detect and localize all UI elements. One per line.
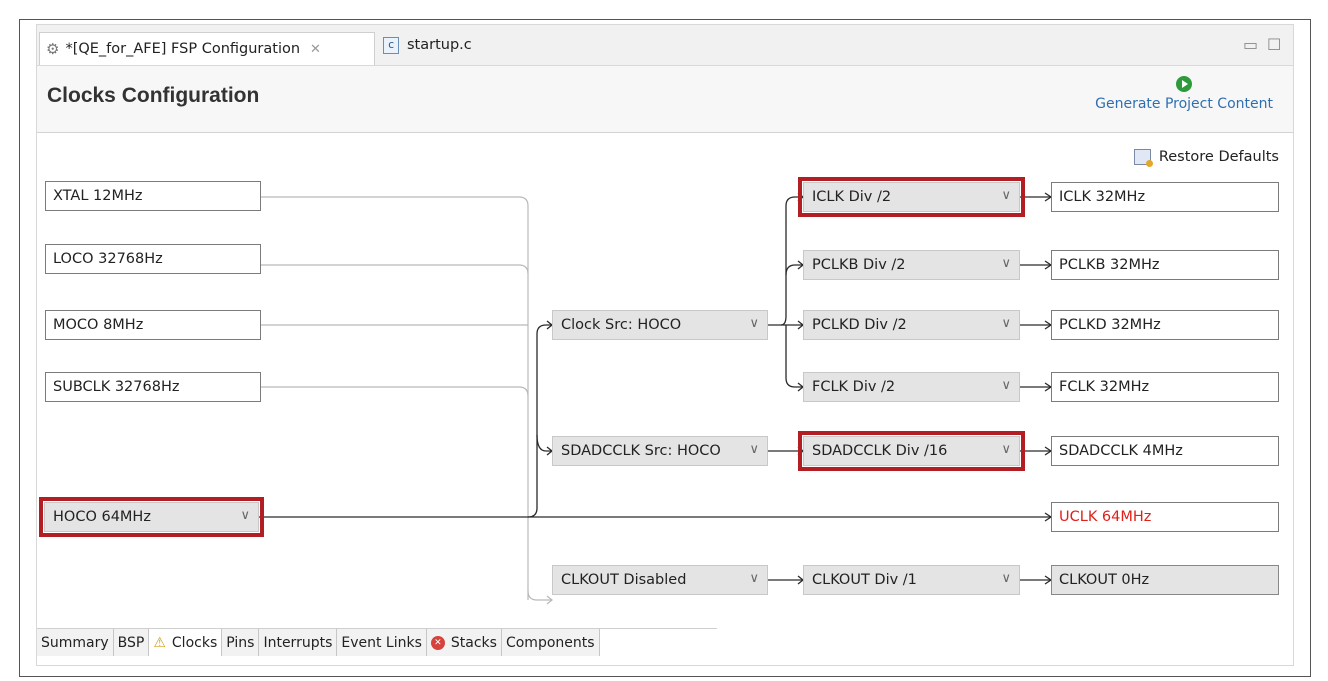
- chevron-down-icon: ∨: [240, 508, 250, 523]
- tab-label: Components: [505, 634, 595, 651]
- chevron-down-icon: ∨: [1001, 378, 1011, 393]
- pclkd-divider-dropdown[interactable]: PCLKD Div /2 ∨: [803, 310, 1020, 340]
- pclkb-divider-label: PCLKB Div /2: [812, 257, 906, 273]
- pclkd-output-label: PCLKD 32MHz: [1059, 317, 1161, 333]
- loco-label: LOCO 32768Hz: [53, 251, 163, 267]
- tab-components[interactable]: Components: [501, 629, 600, 656]
- xtal-source-box: XTAL 12MHz: [45, 181, 261, 211]
- uclk-output-box: UCLK 64MHz: [1051, 502, 1279, 532]
- chevron-down-icon: ∨: [749, 571, 759, 586]
- tab-pins[interactable]: Pins: [222, 629, 260, 656]
- sdadcclk-source-label: SDADCCLK Src: HOCO: [561, 443, 721, 459]
- tab-label: Interrupts: [263, 634, 333, 651]
- sdadcclk-source-dropdown[interactable]: SDADCCLK Src: HOCO ∨: [552, 436, 768, 466]
- subclk-source-box: SUBCLK 32768Hz: [45, 372, 261, 402]
- chevron-down-icon: ∨: [1001, 188, 1011, 203]
- xtal-label: XTAL 12MHz: [53, 188, 143, 204]
- chevron-down-icon: ∨: [1001, 316, 1011, 331]
- hoco-label: HOCO 64MHz: [53, 509, 151, 525]
- sdadcclk-output-box: SDADCCLK 4MHz: [1051, 436, 1279, 466]
- subclk-label: SUBCLK 32768Hz: [53, 379, 180, 395]
- clock-source-dropdown[interactable]: Clock Src: HOCO ∨: [552, 310, 768, 340]
- uclk-output-label: UCLK 64MHz: [1059, 509, 1152, 525]
- tab-event-links[interactable]: Event Links: [337, 629, 427, 656]
- sdadcclk-divider-dropdown[interactable]: SDADCCLK Div /16 ∨: [798, 431, 1025, 471]
- moco-label: MOCO 8MHz: [53, 317, 144, 333]
- tab-stacks[interactable]: ✕ Stacks: [426, 629, 502, 656]
- moco-source-box: MOCO 8MHz: [45, 310, 261, 340]
- iclk-output-label: ICLK 32MHz: [1059, 189, 1146, 205]
- sdadcclk-divider-label: SDADCCLK Div /16: [812, 443, 948, 459]
- clock-source-label: Clock Src: HOCO: [561, 317, 682, 333]
- tab-label: Clocks: [171, 634, 218, 651]
- pclkb-output-label: PCLKB 32MHz: [1059, 257, 1160, 273]
- chevron-down-icon: ∨: [749, 442, 759, 457]
- iclk-divider-dropdown[interactable]: ICLK Div /2 ∨: [798, 177, 1025, 217]
- fclk-output-box: FCLK 32MHz: [1051, 372, 1279, 402]
- clkout-divider-label: CLKOUT Div /1: [812, 572, 917, 588]
- pclkd-output-box: PCLKD 32MHz: [1051, 310, 1279, 340]
- iclk-divider-label: ICLK Div /2: [812, 189, 892, 205]
- clkout-source-dropdown[interactable]: CLKOUT Disabled ∨: [552, 565, 768, 595]
- pclkd-divider-label: PCLKD Div /2: [812, 317, 907, 333]
- clkout-output-box: CLKOUT 0Hz: [1051, 565, 1279, 595]
- tab-label: Pins: [226, 634, 255, 651]
- pclkb-output-box: PCLKB 32MHz: [1051, 250, 1279, 280]
- clkout-output-label: CLKOUT 0Hz: [1059, 572, 1150, 588]
- chevron-down-icon: ∨: [1001, 256, 1011, 271]
- loco-source-box: LOCO 32768Hz: [45, 244, 261, 274]
- warning-icon: ⚠: [153, 634, 166, 651]
- tab-clocks[interactable]: ⚠ Clocks: [149, 629, 223, 656]
- tab-bsp[interactable]: BSP: [113, 629, 150, 656]
- tab-label: BSP: [117, 634, 145, 651]
- error-icon: ✕: [430, 635, 445, 650]
- chevron-down-icon: ∨: [749, 316, 759, 331]
- pclkb-divider-dropdown[interactable]: PCLKB Div /2 ∨: [803, 250, 1020, 280]
- configuration-page-tabs: Summary BSP ⚠ Clocks Pins Interrupts Even…: [37, 628, 717, 657]
- chevron-down-icon: ∨: [1001, 442, 1011, 457]
- hoco-dropdown[interactable]: HOCO 64MHz ∨: [39, 497, 264, 537]
- fclk-divider-label: FCLK Div /2: [812, 379, 896, 395]
- tab-interrupts[interactable]: Interrupts: [259, 629, 338, 656]
- tab-label: Stacks: [450, 634, 497, 651]
- tab-label: Event Links: [341, 634, 422, 651]
- tab-summary[interactable]: Summary: [37, 629, 114, 656]
- fclk-output-label: FCLK 32MHz: [1059, 379, 1150, 395]
- fsp-configuration-editor: ⚙ *[QE_for_AFE] FSP Configuration ✕ c st…: [36, 24, 1294, 666]
- clkout-source-label: CLKOUT Disabled: [561, 572, 687, 588]
- iclk-output-box: ICLK 32MHz: [1051, 182, 1279, 212]
- fclk-divider-dropdown[interactable]: FCLK Div /2 ∨: [803, 372, 1020, 402]
- chevron-down-icon: ∨: [1001, 571, 1011, 586]
- clkout-divider-dropdown[interactable]: CLKOUT Div /1 ∨: [803, 565, 1020, 595]
- tab-label: Summary: [41, 634, 109, 651]
- sdadcclk-output-label: SDADCCLK 4MHz: [1059, 443, 1183, 459]
